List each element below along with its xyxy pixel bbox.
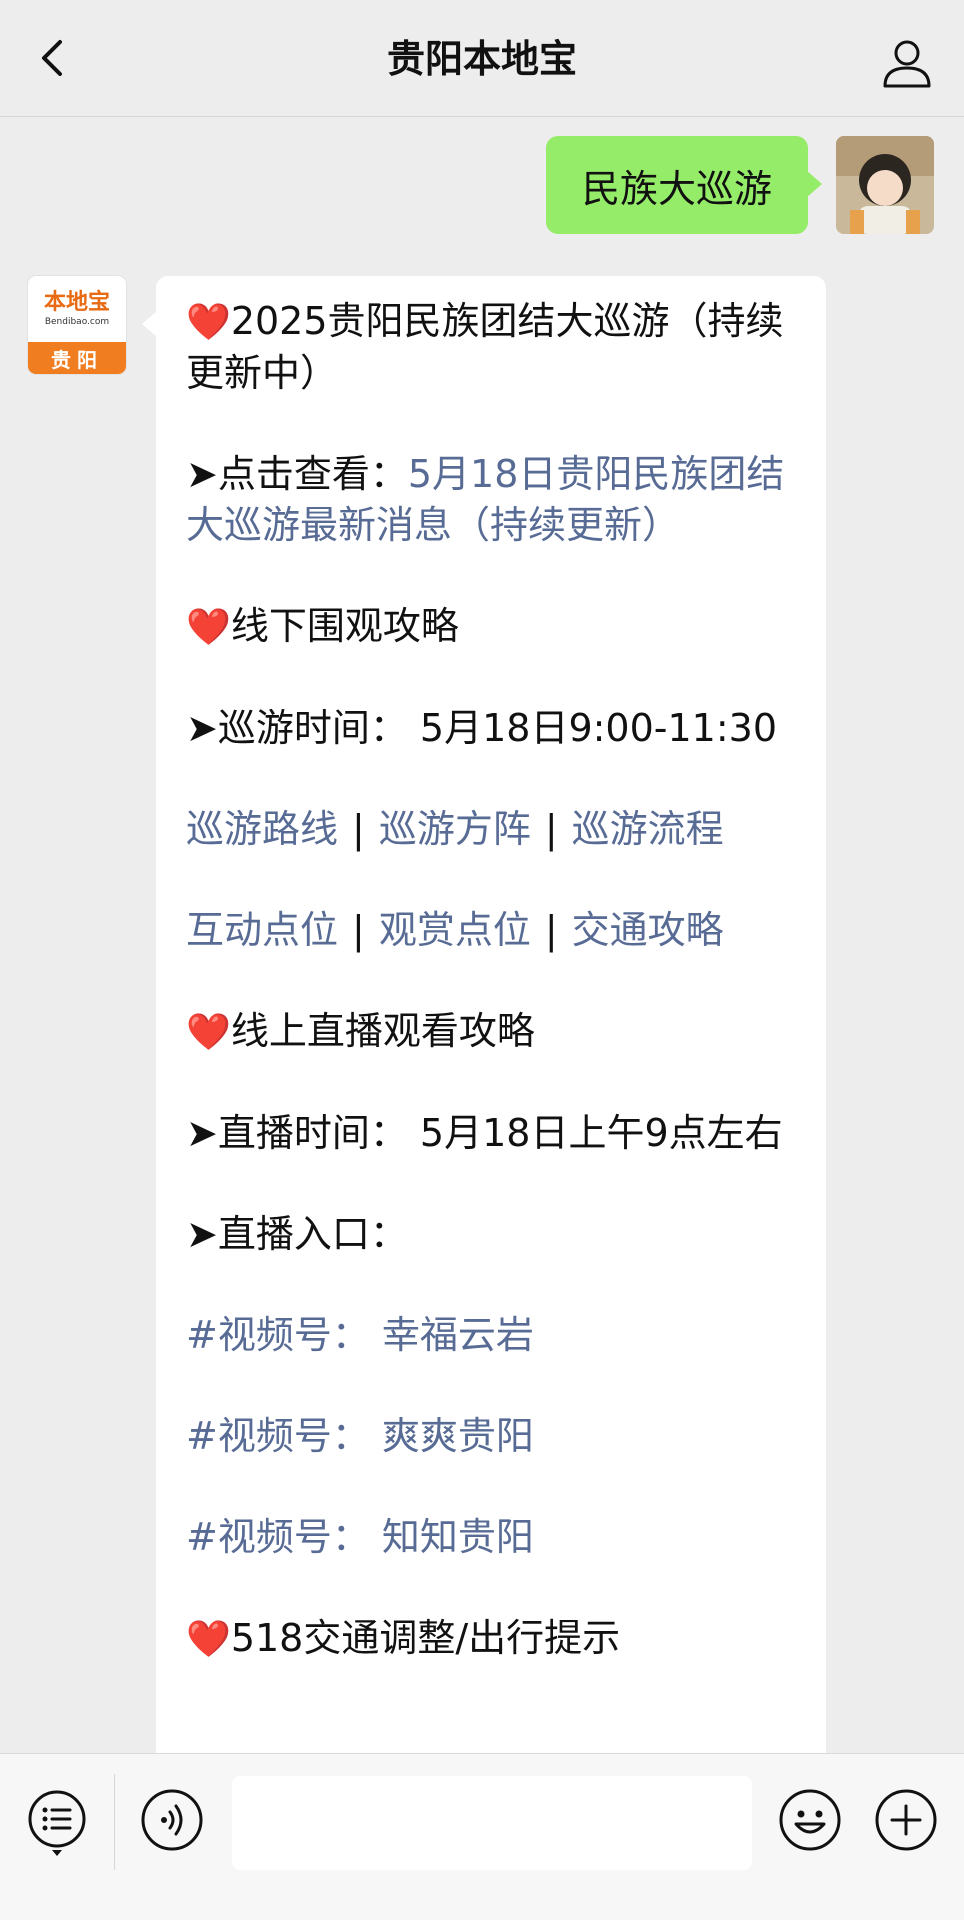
separator: | (544, 807, 558, 851)
heading-offline: ❤️线下围观攻略 (186, 601, 796, 653)
heart-icon: ❤️ (186, 1619, 231, 1660)
profile-icon[interactable] (880, 36, 934, 90)
check-prefix: ➤点击查看： (186, 452, 408, 496)
logo-city: 贵阳 (28, 342, 126, 374)
logo-text: 本地宝 (43, 289, 110, 315)
bar-divider (114, 1774, 115, 1870)
heading-online: ❤️线上直播观看攻略 (186, 1006, 796, 1058)
links-row-1: 巡游路线 | 巡游方阵 | 巡游流程 (186, 804, 796, 855)
channel-link[interactable]: #视频号： 知知贵阳 (186, 1512, 796, 1563)
separator: | (352, 908, 365, 952)
user-avatar-image (836, 136, 934, 234)
heart-icon: ❤️ (186, 607, 231, 648)
link-route[interactable]: 巡游路线 (186, 807, 338, 851)
live-time: ➤直播时间： 5月18日上午9点左右 (186, 1111, 783, 1155)
channel-link[interactable]: #视频号： 幸福云岩 (186, 1310, 796, 1361)
heart-icon: ❤️ (186, 1012, 231, 1053)
emoji-icon[interactable] (778, 1788, 842, 1852)
plus-icon[interactable] (874, 1788, 938, 1852)
menu-list-icon[interactable] (26, 1788, 88, 1858)
heart-icon: ❤️ (186, 302, 231, 343)
separator: | (352, 807, 365, 851)
chat-header: 贵阳本地宝 (0, 0, 964, 117)
link-process[interactable]: 巡游流程 (572, 807, 724, 851)
sender-avatar[interactable]: 本地宝 Bendibao.com 贵阳 (28, 276, 126, 374)
user-avatar[interactable] (836, 136, 934, 234)
voice-icon[interactable] (140, 1788, 204, 1852)
heading-text: 线下围观攻略 (230, 604, 459, 648)
links-row-2: 互动点位 | 观赏点位 | 交通攻略 (186, 905, 796, 956)
link-viewing-points[interactable]: 观赏点位 (379, 908, 531, 952)
heading-text: 线上直播观看攻略 (230, 1009, 535, 1053)
chat-title: 贵阳本地宝 (386, 37, 577, 81)
live-entry: ➤直播入口： (186, 1212, 408, 1256)
channel-link[interactable]: #视频号： 爽爽贵阳 (186, 1411, 796, 1462)
sent-message-bubble[interactable]: 民族大巡游 (546, 136, 822, 234)
heading-traffic: ❤️518交通调整/出行提示 (186, 1613, 796, 1665)
separator: | (544, 908, 558, 952)
sent-message-text: 民族大巡游 (581, 166, 772, 211)
heading-text: 518交通调整/出行提示 (230, 1616, 621, 1660)
received-message-bubble[interactable]: ❤️2025贵阳民族团结大巡游（持续更新中） ➤点击查看：5月18日贵阳民族团结… (142, 276, 826, 1776)
sender-logo: 本地宝 Bendibao.com (28, 276, 126, 342)
heading-parade: ❤️2025贵阳民族团结大巡游（持续更新中） (186, 296, 796, 399)
link-formation[interactable]: 巡游方阵 (379, 807, 531, 851)
chat-input-bar (0, 1753, 964, 1920)
logo-subtext: Bendibao.com (44, 317, 110, 327)
heading-text: 2025贵阳民族团结大巡游（持续更新中） (186, 299, 784, 395)
parade-time: ➤巡游时间： 5月18日9:00-11:30 (186, 706, 778, 750)
link-interaction-points[interactable]: 互动点位 (186, 908, 338, 952)
message-input[interactable] (232, 1776, 752, 1870)
check-line: ➤点击查看：5月18日贵阳民族团结大巡游最新消息（持续更新） (186, 449, 796, 551)
link-traffic-guide[interactable]: 交通攻略 (572, 908, 724, 952)
